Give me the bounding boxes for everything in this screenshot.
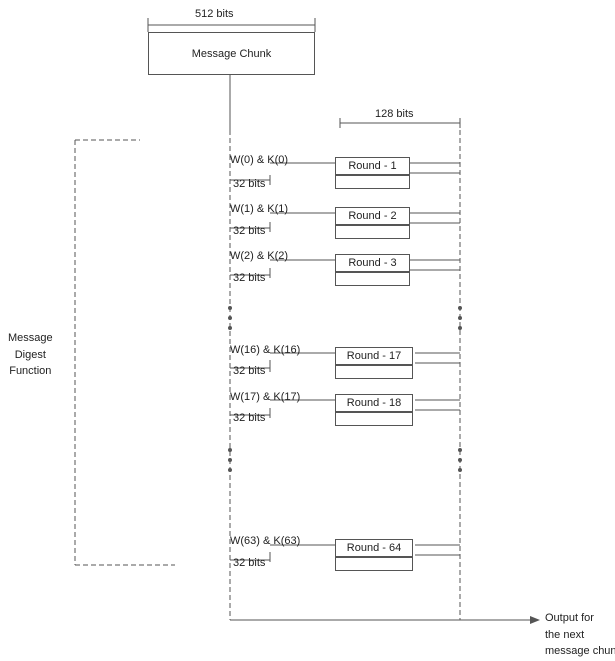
w17k17-label: W(17) & K(17) <box>230 391 300 403</box>
output-label: Output forthe nextmessage chunk <box>545 610 615 660</box>
round64-label: Round - 64 <box>347 542 401 554</box>
round3-box: Round - 3 <box>335 254 410 272</box>
diagram: 512 bits Message Chunk 128 bits MessageD… <box>0 0 615 661</box>
round3-label: Round - 3 <box>348 257 396 269</box>
bits32-1-label: 32 bits <box>233 178 265 190</box>
w16k16-label: W(16) & K(16) <box>230 344 300 356</box>
round18-label: Round - 18 <box>347 397 401 409</box>
round17-label: Round - 17 <box>347 350 401 362</box>
bits-512-label: 512 bits <box>195 8 234 20</box>
round1-box: Round - 1 <box>335 157 410 175</box>
round17-box: Round - 17 <box>335 347 413 365</box>
w2k2-label: W(2) & K(2) <box>230 250 288 262</box>
bits32-4-label: 32 bits <box>233 365 265 377</box>
bits32-6-label: 32 bits <box>233 557 265 569</box>
round2-label: Round - 2 <box>348 210 396 222</box>
bits32-5-label: 32 bits <box>233 412 265 424</box>
round1-label: Round - 1 <box>348 160 396 172</box>
bits-128-label: 128 bits <box>375 108 414 120</box>
round1-state-box <box>335 175 410 189</box>
round18-state-box <box>335 412 413 426</box>
w1k1-label: W(1) & K(1) <box>230 203 288 215</box>
round3-state-box <box>335 272 410 286</box>
round2-box: Round - 2 <box>335 207 410 225</box>
message-digest-function-label: MessageDigestFunction <box>8 330 53 380</box>
round2-state-box <box>335 225 410 239</box>
message-chunk-label: Message Chunk <box>192 48 272 60</box>
round64-state-box <box>335 557 413 571</box>
diagram-lines <box>0 0 615 661</box>
round64-box: Round - 64 <box>335 539 413 557</box>
w0k0-label: W(0) & K(0) <box>230 154 288 166</box>
round18-box: Round - 18 <box>335 394 413 412</box>
message-chunk-box: Message Chunk <box>148 32 315 75</box>
bits32-2-label: 32 bits <box>233 225 265 237</box>
w63k63-label: W(63) & K(63) <box>230 535 300 547</box>
bits32-3-label: 32 bits <box>233 272 265 284</box>
round17-state-box <box>335 365 413 379</box>
